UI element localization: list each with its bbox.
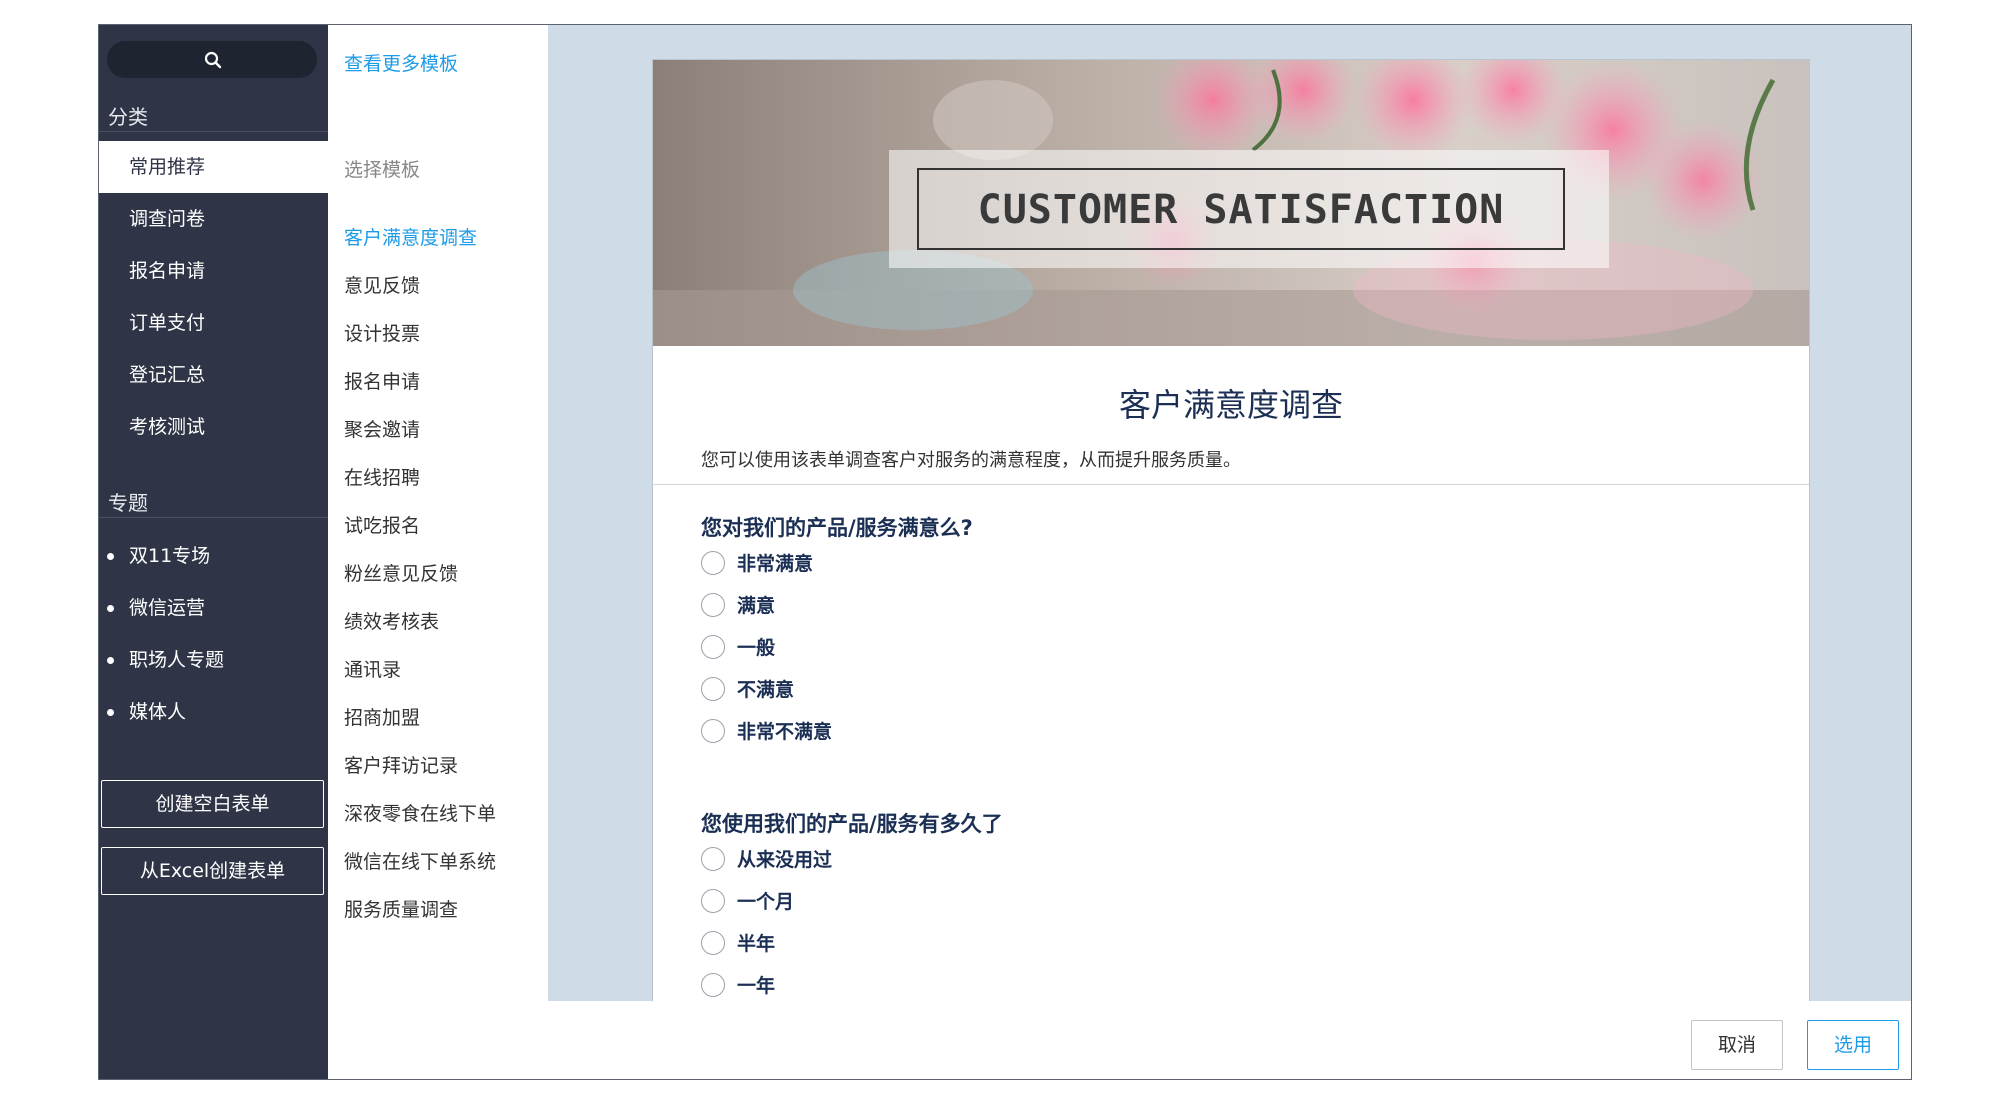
radio-button[interactable] [701,889,725,913]
form-preview: CUSTOMER SATISFACTION 客户满意度调查 您可以使用该表单调查… [652,59,1810,1001]
create-from-excel-button[interactable]: 从Excel创建表单 [101,847,324,895]
bullet-icon [107,605,114,612]
bullet-icon [107,709,114,716]
category-item-recommended[interactable]: 常用推荐 [99,141,328,193]
template-item[interactable]: 客户拜访记录 [344,751,458,778]
topic-item-wechat[interactable]: 微信运营 [99,583,328,633]
template-preview[interactable]: CUSTOMER SATISFACTION 客户满意度调查 您可以使用该表单调查… [548,25,1911,1001]
option-label: 满意 [737,595,776,617]
option-label: 从来没用过 [737,849,833,871]
template-item[interactable]: 在线招聘 [344,463,420,490]
template-item[interactable]: 通讯录 [344,655,401,682]
template-item[interactable]: 微信在线下单系统 [344,847,496,874]
topic-section-title: 专题 [108,491,148,515]
category-item-records[interactable]: 登记汇总 [99,349,328,401]
banner-image: CUSTOMER SATISFACTION [653,60,1809,346]
category-item-exam[interactable]: 考核测试 [99,401,328,453]
radio-button[interactable] [701,551,725,575]
create-blank-form-button[interactable]: 创建空白表单 [101,780,324,828]
radio-button[interactable] [701,635,725,659]
use-template-button[interactable]: 选用 [1807,1020,1899,1070]
topic-label: 媒体人 [129,701,187,723]
template-dialog: 分类 常用推荐 调查问卷 报名申请 订单支付 登记汇总 考核测试 专题 双11专… [98,24,1912,1080]
topic-item-media[interactable]: 媒体人 [99,687,328,737]
template-item[interactable]: 服务质量调查 [344,895,458,922]
radio-button[interactable] [701,931,725,955]
template-list-heading: 选择模板 [344,159,421,181]
template-list: 查看更多模板 选择模板 客户满意度调查 意见反馈 设计投票 报名申请 聚会邀请 … [328,25,548,1079]
bullet-icon [107,657,114,664]
divider [99,517,328,518]
option-label: 非常不满意 [737,721,833,743]
category-item-registration[interactable]: 报名申请 [99,245,328,297]
radio-button[interactable] [701,677,725,701]
topic-label: 职场人专题 [129,649,225,671]
search-icon [204,51,222,69]
template-item[interactable]: 意见反馈 [344,271,420,298]
topic-item-double11[interactable]: 双11专场 [99,531,328,581]
option-label: 一般 [737,637,776,659]
option-label: 半年 [737,933,776,955]
category-section-title: 分类 [108,105,148,129]
template-item[interactable]: 聚会邀请 [344,415,420,442]
option-label: 非常满意 [737,553,814,575]
radio-button[interactable] [701,719,725,743]
category-sidebar: 分类 常用推荐 调查问卷 报名申请 订单支付 登记汇总 考核测试 专题 双11专… [99,25,328,1079]
question-label: 您对我们的产品/服务满意么? [701,516,973,540]
cancel-button[interactable]: 取消 [1691,1020,1783,1070]
bullet-icon [107,553,114,560]
option-label: 一个月 [737,891,795,913]
form-title: 客户满意度调查 [1118,386,1343,424]
topic-label: 微信运营 [129,597,206,619]
template-item[interactable]: 试吃报名 [344,511,420,538]
template-item[interactable]: 报名申请 [344,367,420,394]
template-item[interactable]: 深夜零食在线下单 [344,799,496,826]
question-label: 您使用我们的产品/服务有多久了 [701,812,1003,836]
option-label: 一年 [737,975,776,997]
category-item-payment[interactable]: 订单支付 [99,297,328,349]
form-description: 您可以使用该表单调查客户对服务的满意程度，从而提升服务质量。 [701,450,1241,471]
search-box[interactable] [107,41,317,78]
more-templates-link[interactable]: 查看更多模板 [344,49,458,76]
divider [653,484,1809,485]
divider [99,131,328,132]
template-item[interactable]: 粉丝意见反馈 [344,559,458,586]
template-item[interactable]: 绩效考核表 [344,607,439,634]
topic-item-workplace[interactable]: 职场人专题 [99,635,328,685]
category-item-survey[interactable]: 调查问卷 [99,193,328,245]
topic-label: 双11专场 [129,545,211,567]
option-label: 不满意 [737,679,795,701]
radio-button[interactable] [701,593,725,617]
template-item[interactable]: 招商加盟 [344,703,420,730]
banner-title: CUSTOMER SATISFACTION [917,168,1565,250]
template-item[interactable]: 客户满意度调查 [344,223,477,250]
radio-button[interactable] [701,973,725,997]
radio-button[interactable] [701,847,725,871]
template-item[interactable]: 设计投票 [344,319,420,346]
